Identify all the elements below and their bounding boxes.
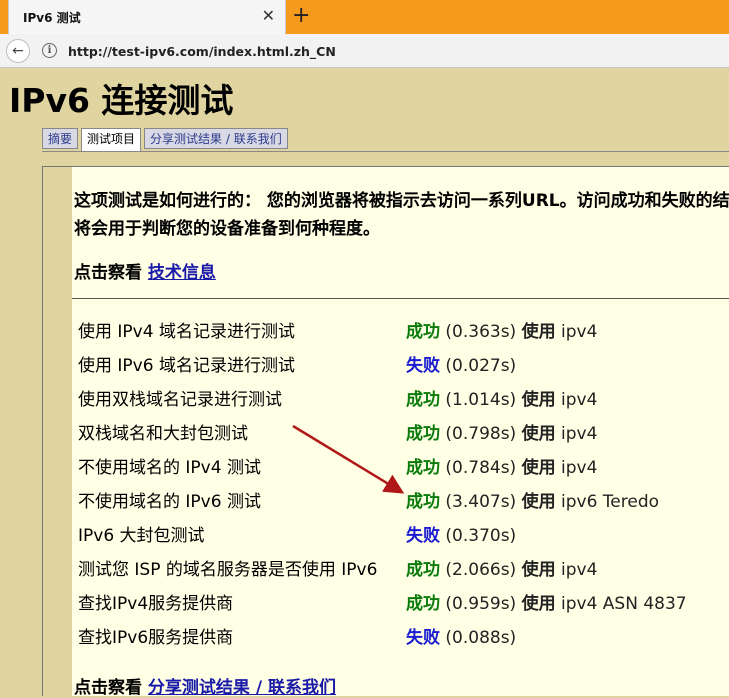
test-result: 失败 (0.027s) <box>406 351 516 376</box>
test-detail: ipv4 ASN 4837 <box>555 594 687 614</box>
test-name: IPv6 大封包测试 <box>78 526 205 546</box>
result-row: 查找IPv6服务提供商 失败 (0.088s) <box>78 623 718 653</box>
tabs-divider <box>42 151 729 152</box>
content-left-border <box>42 166 43 696</box>
tests-panel: 这项测试是如何进行的： 您的浏览器将被指示去访问一系列URL。访问成功和失败的结… <box>72 167 729 698</box>
result-row: 不使用域名的 IPv6 测试 成功 (3.407s) 使用 ipv6 Tered… <box>78 487 718 517</box>
test-result: 失败 (0.088s) <box>406 623 516 648</box>
test-name: 双栈域名和大封包测试 <box>78 424 248 444</box>
result-row: 测试您 ISP 的域名服务器是否使用 IPv6 成功 (2.066s) 使用 i… <box>78 555 718 585</box>
share-prefix: 点击察看 <box>74 678 148 698</box>
test-name: 不使用域名的 IPv6 测试 <box>78 492 261 512</box>
status-success: 成功 <box>406 424 440 444</box>
test-name: 不使用域名的 IPv4 测试 <box>78 458 261 478</box>
result-row: 使用双栈域名记录进行测试 成功 (1.014s) 使用 ipv4 <box>78 385 718 415</box>
tech-info-prefix: 点击察看 <box>74 263 148 283</box>
test-name: 查找IPv6服务提供商 <box>78 628 234 648</box>
using-label: 使用 <box>521 458 556 478</box>
result-row: 不使用域名的 IPv4 测试 成功 (0.784s) 使用 ipv4 <box>78 453 718 483</box>
test-time: (0.363s) <box>440 322 522 342</box>
status-success: 成功 <box>406 560 440 580</box>
test-detail: ipv4 <box>555 560 598 580</box>
test-time: (2.066s) <box>440 560 522 580</box>
page-tabs: 摘要 测试项目 分享测试结果 / 联系我们 <box>42 128 291 152</box>
test-result: 成功 (1.014s) 使用 ipv4 <box>406 385 597 410</box>
status-success: 成功 <box>406 322 440 342</box>
status-success: 成功 <box>406 458 440 478</box>
using-label: 使用 <box>521 560 556 580</box>
test-time: (0.959s) <box>440 594 522 614</box>
test-result: 成功 (3.407s) 使用 ipv6 Teredo <box>406 487 659 512</box>
test-name: 使用 IPv6 域名记录进行测试 <box>78 356 295 376</box>
status-fail: 失败 <box>406 356 440 376</box>
using-label: 使用 <box>521 390 556 410</box>
tech-info-line: 点击察看 技术信息 <box>74 258 216 283</box>
page-title: IPv6 连接测试 <box>9 81 234 120</box>
status-success: 成功 <box>406 492 440 512</box>
test-name: 使用 IPv4 域名记录进行测试 <box>78 322 295 342</box>
test-result: 失败 (0.370s) <box>406 521 516 546</box>
back-arrow-icon[interactable]: ← <box>6 39 30 63</box>
test-result: 成功 (0.959s) 使用 ipv4 ASN 4837 <box>406 589 687 614</box>
browser-tab-title: IPv6 测试 <box>23 11 81 25</box>
status-fail: 失败 <box>406 628 440 648</box>
test-time: (0.784s) <box>440 458 522 478</box>
test-detail: ipv6 Teredo <box>555 492 660 512</box>
browser-nav-bar: ← i http://test-ipv6.com/index.html.zh_C… <box>0 34 729 68</box>
intro-text: 这项测试是如何进行的： 您的浏览器将被指示去访问一系列URL。访问成功和失败的结… <box>74 191 729 239</box>
test-result: 成功 (0.363s) 使用 ipv4 <box>406 317 597 342</box>
result-row: 使用 IPv6 域名记录进行测试 失败 (0.027s) <box>78 351 718 381</box>
test-detail: ipv4 <box>555 424 598 444</box>
address-bar[interactable]: http://test-ipv6.com/index.html.zh_CN <box>68 44 336 59</box>
test-time: (0.027s) <box>440 356 517 376</box>
test-detail: ipv4 <box>555 458 598 478</box>
plus-icon[interactable]: + <box>292 3 310 28</box>
test-time: (0.088s) <box>440 628 517 648</box>
tab-summary[interactable]: 摘要 <box>42 128 79 149</box>
status-success: 成功 <box>406 594 440 614</box>
result-row: IPv6 大封包测试 失败 (0.370s) <box>78 521 718 551</box>
status-success: 成功 <box>406 390 440 410</box>
using-label: 使用 <box>521 492 556 512</box>
test-detail: ipv4 <box>555 390 598 410</box>
tab-tests[interactable]: 测试项目 <box>81 128 142 152</box>
status-fail: 失败 <box>406 526 440 546</box>
browser-tab-bar: IPv6 测试 ✕ + <box>0 0 729 34</box>
test-time: (0.798s) <box>440 424 522 444</box>
share-contact-link[interactable]: 分享测试结果 / 联系我们 <box>148 678 336 698</box>
test-time: (1.014s) <box>440 390 522 410</box>
using-label: 使用 <box>521 424 556 444</box>
test-name: 使用双栈域名记录进行测试 <box>78 390 282 410</box>
browser-tab[interactable]: IPv6 测试 ✕ <box>8 0 286 34</box>
test-name: 查找IPv4服务提供商 <box>78 594 234 614</box>
share-line: 点击察看 分享测试结果 / 联系我们 <box>74 673 336 698</box>
test-name: 测试您 ISP 的域名服务器是否使用 IPv6 <box>78 560 378 580</box>
test-result: 成功 (0.784s) 使用 ipv4 <box>406 453 597 478</box>
result-row: 查找IPv4服务提供商 成功 (0.959s) 使用 ipv4 ASN 4837 <box>78 589 718 619</box>
test-time: (0.370s) <box>440 526 517 546</box>
tech-info-link[interactable]: 技术信息 <box>148 263 216 283</box>
info-icon[interactable]: i <box>42 43 57 58</box>
result-row: 使用 IPv4 域名记录进行测试 成功 (0.363s) 使用 ipv4 <box>78 317 718 347</box>
divider <box>72 298 729 299</box>
test-result: 成功 (2.066s) 使用 ipv4 <box>406 555 597 580</box>
test-detail: ipv4 <box>555 322 598 342</box>
using-label: 使用 <box>521 594 556 614</box>
close-icon[interactable]: ✕ <box>262 6 275 25</box>
test-time: (3.407s) <box>440 492 522 512</box>
result-row: 双栈域名和大封包测试 成功 (0.798s) 使用 ipv4 <box>78 419 718 449</box>
test-result: 成功 (0.798s) 使用 ipv4 <box>406 419 597 444</box>
tab-share-contact[interactable]: 分享测试结果 / 联系我们 <box>144 128 288 149</box>
using-label: 使用 <box>521 322 556 342</box>
